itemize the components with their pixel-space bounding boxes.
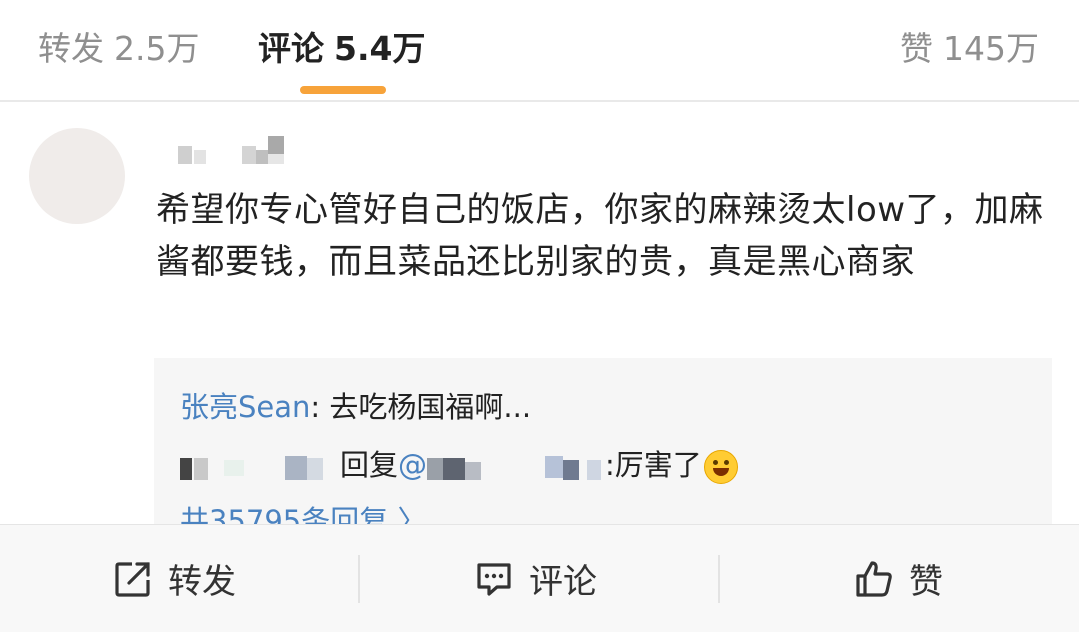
- reply-text: : 去吃杨国福啊...: [310, 390, 532, 424]
- tab-comment-count: 5.4万: [334, 29, 426, 68]
- tab-like-label: 赞: [900, 29, 933, 68]
- username-mosaic[interactable]: [160, 136, 290, 168]
- reply-author-link[interactable]: 张亮Sean: [180, 390, 310, 424]
- share-icon: [115, 561, 150, 597]
- like-label: 赞: [909, 562, 943, 602]
- tab-comment-label: 评论: [258, 29, 324, 68]
- avatar[interactable]: [29, 128, 125, 224]
- comment-icon: [477, 562, 511, 596]
- toolbar-divider: [358, 555, 360, 603]
- tab-comment[interactable]: 评论 5.4万: [258, 22, 425, 70]
- active-tab-indicator: [300, 86, 386, 94]
- tab-bar: 转发 2.5万 评论 5.4万 赞 145万: [0, 0, 1079, 102]
- reply-action: 回复: [340, 448, 399, 482]
- tab-like[interactable]: 赞 145万: [900, 22, 1039, 70]
- tab-repost-count: 2.5万: [114, 29, 200, 68]
- repost-label: 转发: [168, 562, 236, 602]
- mention-prefix[interactable]: @: [398, 448, 427, 482]
- toolbar-divider: [718, 555, 720, 603]
- tab-repost-label: 转发: [38, 29, 104, 68]
- comment-label: 评论: [529, 562, 597, 602]
- reply-user-mosaic[interactable]: [180, 452, 340, 482]
- reply-text: :厉害了: [605, 448, 702, 482]
- tab-like-count: 145万: [943, 29, 1039, 68]
- thumbs-up-icon: [856, 560, 892, 597]
- comment-text: 希望你专心管好自己的饭店，你家的麻辣烫太low了，加麻酱都要钱，而且菜品还比别家…: [156, 190, 1044, 282]
- laugh-cry-emoji-icon: [703, 450, 738, 484]
- like-button[interactable]: 赞: [853, 525, 943, 632]
- tab-repost[interactable]: 转发 2.5万: [38, 22, 199, 70]
- bottom-toolbar: 转发 评论 赞: [0, 524, 1079, 632]
- comment-button[interactable]: 评论: [473, 525, 597, 632]
- reply-item[interactable]: 回复@ :厉害了: [180, 442, 738, 484]
- repost-button[interactable]: 转发: [112, 525, 236, 632]
- reply-box[interactable]: 张亮Sean: 去吃杨国福啊... 回复@ :厉害了 共35795条回复 〉: [154, 358, 1052, 538]
- reply-item[interactable]: 张亮Sean: 去吃杨国福啊...: [180, 384, 531, 426]
- mention-user-mosaic[interactable]: [427, 452, 605, 482]
